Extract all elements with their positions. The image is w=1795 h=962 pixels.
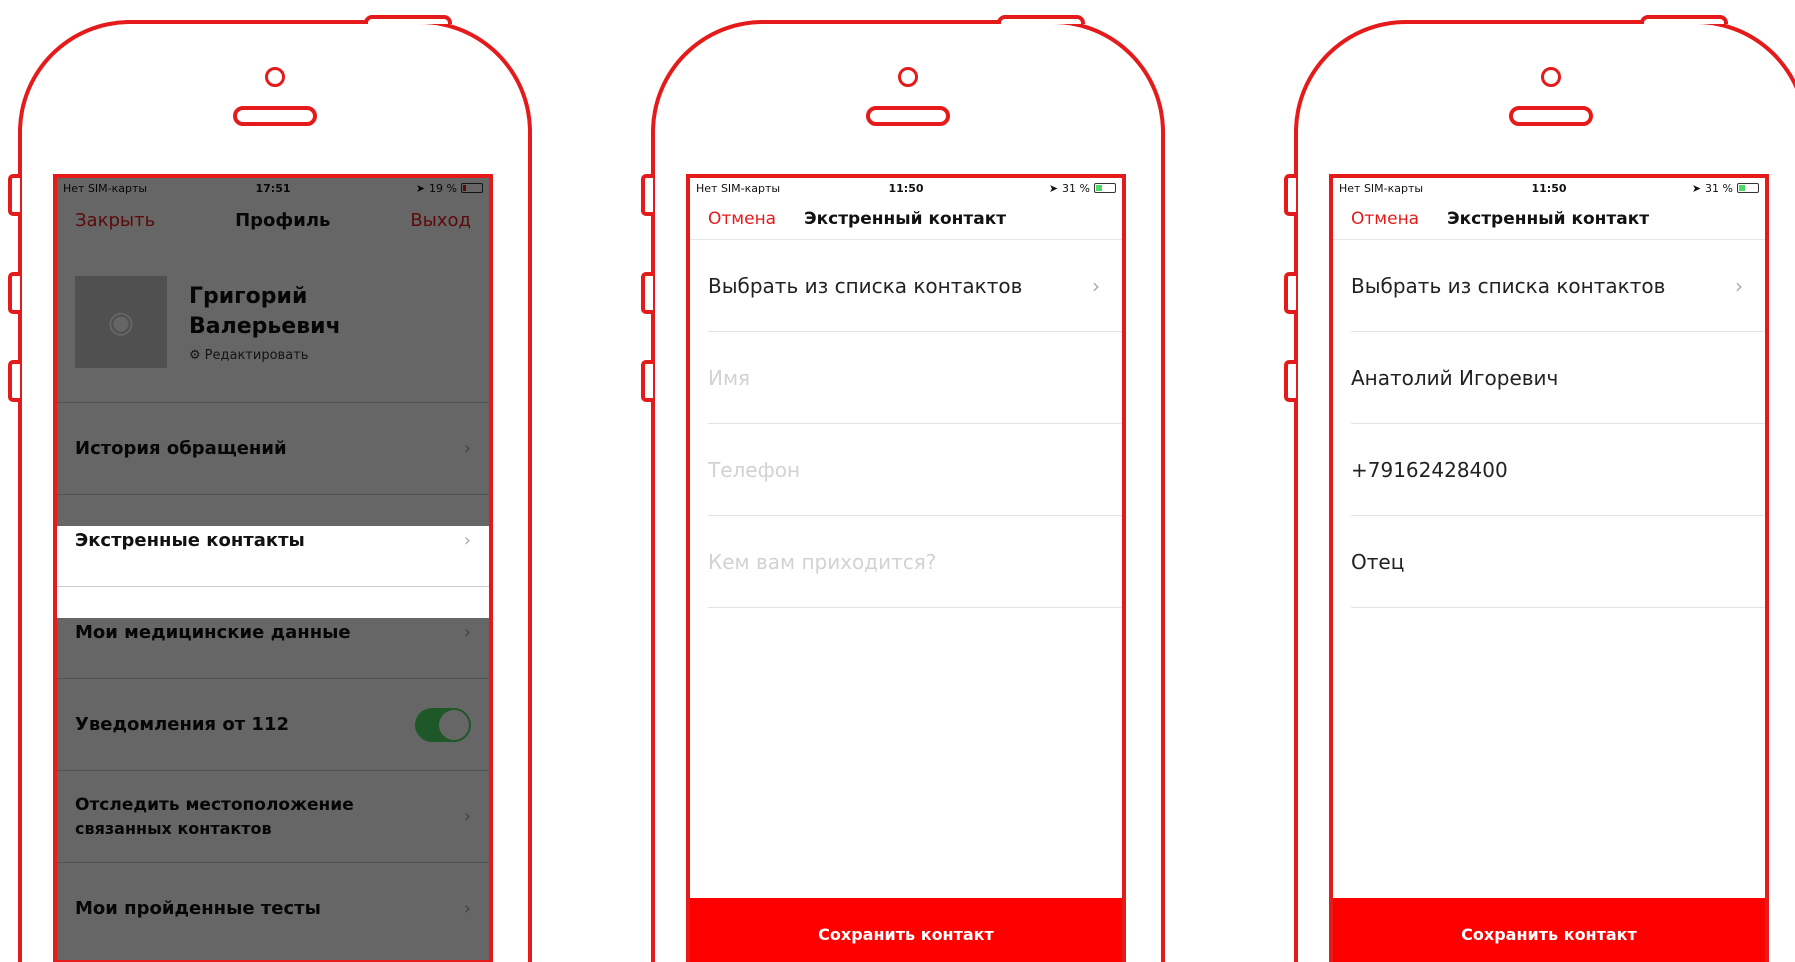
battery-percent: 31 % xyxy=(1705,181,1733,195)
menu-item-label-line2: связанных контактов xyxy=(75,818,272,838)
power-button xyxy=(1640,15,1728,24)
menu-item-tests[interactable]: Мои пройденные тесты › xyxy=(57,862,489,954)
logout-button[interactable]: Выход xyxy=(410,210,471,231)
phone-frame-contact-empty: Нет SIM-карты 11:50 ➤ 31 % Отмена Экстре… xyxy=(641,15,1165,962)
menu-item-label: Мои медицинские данные xyxy=(75,622,351,643)
close-button[interactable]: Закрыть xyxy=(75,210,155,231)
status-bar: Нет SIM-карты 17:51 ➤ 19 % xyxy=(57,178,489,198)
battery-percent: 31 % xyxy=(1062,181,1090,195)
page-title: Экстренный контакт xyxy=(1447,208,1650,229)
battery-icon xyxy=(461,183,483,193)
status-time: 11:50 xyxy=(1531,181,1567,195)
profile-screen: Нет SIM-карты 17:51 ➤ 19 % Закрыть Профи… xyxy=(53,174,493,962)
status-time: 17:51 xyxy=(255,181,291,195)
menu-item-notifications: Уведомления от 112 xyxy=(57,678,489,770)
phone-frame-contact-filled: Нет SIM-карты 11:50 ➤ 31 % Отмена Экстре… xyxy=(1284,15,1795,962)
relation-input[interactable] xyxy=(1351,549,1743,574)
save-contact-button[interactable]: Сохранить контакт xyxy=(1333,898,1765,962)
name-input[interactable] xyxy=(1351,365,1743,390)
menu-item-emergency-contacts[interactable]: Экстренные контакты › xyxy=(57,494,489,586)
pick-from-contacts-label: Выбрать из списка контактов xyxy=(708,273,1023,298)
pick-from-contacts-label: Выбрать из списка контактов xyxy=(1351,273,1666,298)
volume-down-button xyxy=(641,360,653,402)
carrier-label: Нет SIM-карты xyxy=(63,181,148,195)
page-title: Экстренный контакт xyxy=(804,208,1007,229)
save-contact-button[interactable]: Сохранить контакт xyxy=(690,898,1122,962)
power-button xyxy=(997,15,1085,24)
front-camera xyxy=(1541,67,1561,87)
chevron-right-icon: › xyxy=(1092,273,1100,298)
location-arrow-icon: ➤ xyxy=(1691,181,1702,195)
volume-up-button xyxy=(1284,272,1296,314)
menu-item-history[interactable]: История обращений › xyxy=(57,402,489,494)
mute-switch xyxy=(8,174,20,216)
battery-icon xyxy=(1737,183,1759,193)
contact-filled-screen: Нет SIM-карты 11:50 ➤ 31 % Отмена Экстре… xyxy=(1329,174,1769,962)
pick-from-contacts-row[interactable]: Выбрать из списка контактов › xyxy=(1351,240,1765,332)
battery-icon xyxy=(1094,183,1116,193)
front-camera xyxy=(265,67,285,87)
user-patronymic: Валерьевич xyxy=(189,313,341,339)
menu-item-label: История обращений xyxy=(75,438,287,459)
phone-frame-profile: Нет SIM-карты 17:51 ➤ 19 % Закрыть Профи… xyxy=(8,15,532,962)
phone-input[interactable] xyxy=(1351,457,1743,482)
carrier-label: Нет SIM-карты xyxy=(696,181,781,195)
menu-item-label: Экстренные контакты xyxy=(75,530,305,551)
volume-up-button xyxy=(8,272,20,314)
menu-item-track-location[interactable]: Отследить местоположение связанных конта… xyxy=(57,770,489,862)
chevron-right-icon: › xyxy=(1735,273,1743,298)
power-button xyxy=(364,15,452,24)
navigation-bar: Отмена Экстренный контакт xyxy=(690,198,1122,240)
mute-switch xyxy=(641,174,653,216)
user-first-name: Григорий xyxy=(189,283,308,309)
chevron-right-icon: › xyxy=(463,438,471,459)
mute-switch xyxy=(1284,174,1296,216)
phone-input[interactable] xyxy=(708,457,1100,482)
status-bar: Нет SIM-карты 11:50 ➤ 31 % xyxy=(690,178,1122,198)
menu-item-label: Уведомления от 112 xyxy=(75,714,289,735)
earpiece-speaker xyxy=(1509,106,1593,126)
camera-icon: ◉ xyxy=(107,304,135,340)
relation-input[interactable] xyxy=(708,549,1100,574)
cancel-button[interactable]: Отмена xyxy=(1351,209,1419,229)
cancel-button[interactable]: Отмена xyxy=(708,209,776,229)
battery-percent: 19 % xyxy=(429,181,457,195)
contact-empty-screen: Нет SIM-карты 11:50 ➤ 31 % Отмена Экстре… xyxy=(686,174,1126,962)
pick-from-contacts-row[interactable]: Выбрать из списка контактов › xyxy=(708,240,1122,332)
menu-item-label: Мои пройденные тесты xyxy=(75,898,321,919)
name-input[interactable] xyxy=(708,365,1100,390)
menu-item-label-line1: Отследить местоположение xyxy=(75,794,354,815)
avatar[interactable]: ◉ xyxy=(75,276,167,368)
status-time: 11:50 xyxy=(888,181,924,195)
edit-profile-link[interactable]: ⚙ Редактировать xyxy=(189,348,341,363)
carrier-label: Нет SIM-карты xyxy=(1339,181,1424,195)
navigation-bar: Закрыть Профиль Выход xyxy=(57,198,489,242)
volume-up-button xyxy=(641,272,653,314)
notifications-toggle[interactable] xyxy=(415,707,471,742)
edit-label: Редактировать xyxy=(204,347,309,363)
earpiece-speaker xyxy=(866,106,950,126)
page-title: Профиль xyxy=(235,209,331,231)
chevron-right-icon: › xyxy=(463,530,471,551)
earpiece-speaker xyxy=(233,106,317,126)
location-arrow-icon: ➤ xyxy=(1048,181,1059,195)
navigation-bar: Отмена Экстренный контакт xyxy=(1333,198,1765,240)
status-bar: Нет SIM-карты 11:50 ➤ 31 % xyxy=(1333,178,1765,198)
location-arrow-icon: ➤ xyxy=(415,181,426,195)
chevron-right-icon: › xyxy=(463,898,471,919)
profile-header: ◉ Григорий Валерьевич ⚙ Редактировать xyxy=(57,242,489,402)
gear-icon: ⚙ xyxy=(189,347,201,363)
chevron-right-icon: › xyxy=(463,806,471,827)
volume-down-button xyxy=(8,360,20,402)
menu-item-medical-data[interactable]: Мои медицинские данные › xyxy=(57,586,489,678)
volume-down-button xyxy=(1284,360,1296,402)
front-camera xyxy=(898,67,918,87)
chevron-right-icon: › xyxy=(463,622,471,643)
